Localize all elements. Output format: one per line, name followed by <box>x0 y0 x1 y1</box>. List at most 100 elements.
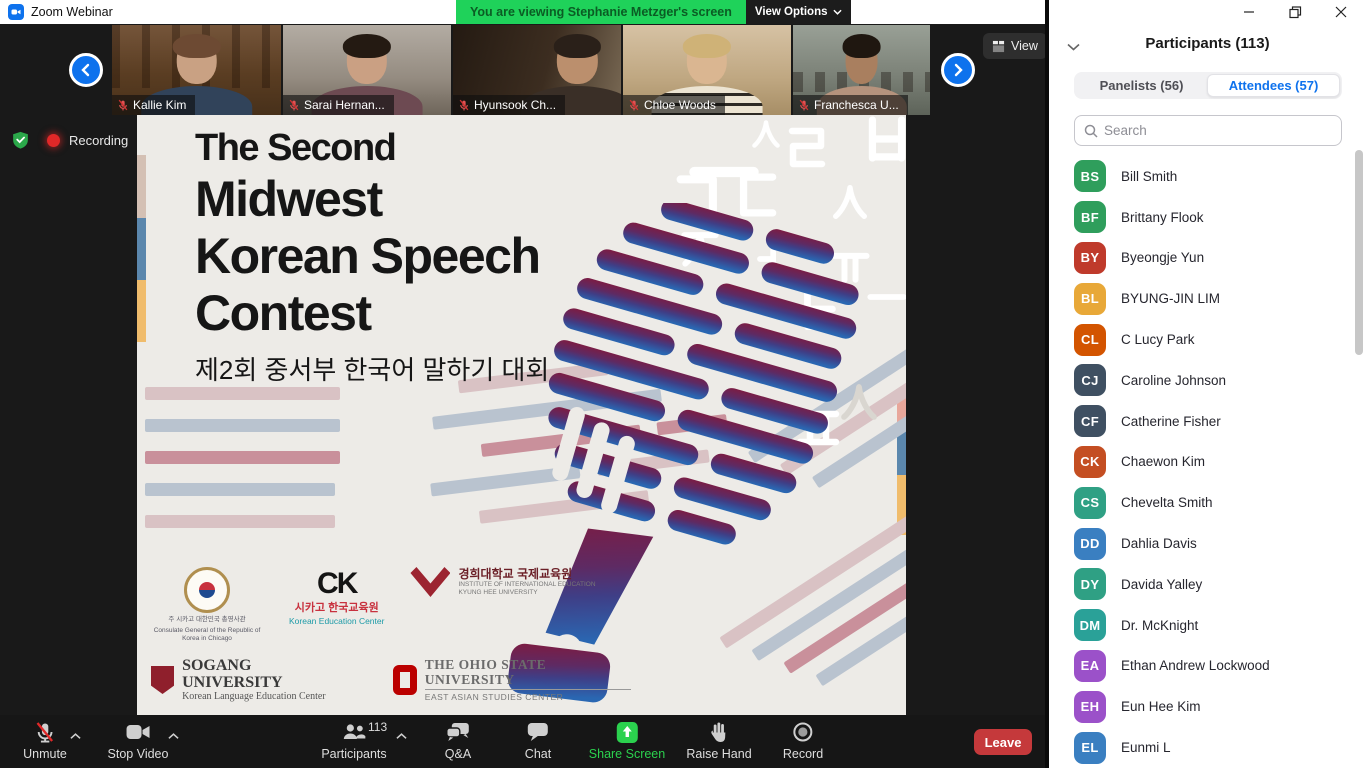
attendee-row[interactable]: CJ Caroline Johnson <box>1049 360 1366 401</box>
poster-edge-bar <box>137 155 146 218</box>
video-tile[interactable]: Hyunsook Ch... <box>453 25 621 115</box>
attendee-row[interactable]: DYDavida Yalley <box>1049 564 1366 605</box>
search-icon <box>1084 124 1098 138</box>
attendee-row[interactable]: BFBrittany Flook <box>1049 197 1366 238</box>
attendee-name: Caroline Johnson <box>1121 373 1226 388</box>
viewing-banner: You are viewing Stephanie Metzger's scre… <box>456 0 746 24</box>
tab-attendees[interactable]: Attendees (57) <box>1207 74 1340 97</box>
kyunghee-kr-label: 경희대학교 국제교육원 <box>458 567 595 581</box>
attendee-row[interactable]: BLBYUNG-JIN LIM <box>1049 278 1366 319</box>
attendee-row[interactable]: BY Byeongje Yun <box>1049 238 1366 279</box>
attendee-row[interactable]: EA Ethan Andrew Lockwood <box>1049 646 1366 687</box>
osu-sub: EAST ASIAN STUDIES CENTER <box>425 692 631 703</box>
view-options-label: View Options <box>755 6 828 18</box>
video-options-caret[interactable] <box>168 727 179 745</box>
raise-hand-button[interactable]: Raise Hand <box>686 720 751 761</box>
video-tile[interactable]: Sarai Hernan... <box>283 25 451 115</box>
mic-muted-icon <box>458 99 470 111</box>
avatar: CF <box>1074 405 1106 437</box>
attendee-row[interactable]: EHEun Hee Kim <box>1049 686 1366 727</box>
kyunghee-emblem-icon <box>410 567 450 597</box>
poster-title-line: Contest <box>195 285 549 342</box>
view-options-button[interactable]: View Options <box>746 0 851 24</box>
avatar: EA <box>1074 650 1106 682</box>
participant-name: Franchesca U... <box>814 98 899 112</box>
chat-button[interactable]: Chat <box>525 720 551 761</box>
next-videos-button[interactable] <box>941 53 975 87</box>
attendee-row[interactable]: DMDr. McKnight <box>1049 605 1366 646</box>
attendee-row[interactable]: CL C Lucy Park <box>1049 319 1366 360</box>
avatar: CL <box>1074 324 1106 356</box>
close-button[interactable] <box>1331 2 1351 22</box>
prev-videos-button[interactable] <box>69 53 103 87</box>
poster-subtitle-korean: 제2회 중서부 한국어 말하기 대회 <box>195 350 549 387</box>
participants-button[interactable]: 113 Participants <box>321 720 386 761</box>
participants-icon <box>342 722 366 742</box>
korean-letter-ㅂ <box>859 115 906 167</box>
attendee-row[interactable]: ELEunmi L <box>1049 727 1366 768</box>
participants-label: Participants <box>321 747 386 761</box>
video-tile[interactable]: Kallie Kim <box>112 25 281 115</box>
search-input[interactable] <box>1104 123 1332 138</box>
qa-button[interactable]: Q&A <box>445 720 471 761</box>
participant-video <box>347 38 387 85</box>
poster-title-line: Korean Speech <box>195 228 549 285</box>
avatar: BF <box>1074 201 1106 233</box>
stop-video-button[interactable]: Stop Video <box>108 720 169 761</box>
attendee-name: Byeongje Yun <box>1121 250 1204 265</box>
scrollbar-thumb[interactable] <box>1355 150 1363 355</box>
attendee-row[interactable]: DDDahlia Davis <box>1049 523 1366 564</box>
security-shield-icon[interactable] <box>12 131 29 149</box>
attendee-row[interactable]: CF Catherine Fisher <box>1049 401 1366 442</box>
window-title: Zoom Webinar <box>31 5 113 19</box>
unmute-button[interactable]: Unmute <box>23 720 67 761</box>
leave-button[interactable]: Leave <box>974 729 1032 755</box>
recording-dot-icon <box>47 134 60 147</box>
video-tile[interactable]: Chloe Woods <box>623 25 791 115</box>
avatar: CK <box>1074 446 1106 478</box>
attendee-name: C Lucy Park <box>1121 332 1195 347</box>
ck-mark: CK <box>317 567 356 601</box>
participant-name: Chloe Woods <box>644 98 716 112</box>
avatar: BS <box>1074 160 1106 192</box>
search-box[interactable] <box>1074 115 1342 146</box>
ck-en-label: Korean Education Center <box>289 616 384 627</box>
main-stage: Kallie Kim Sarai Hernan... Hyunsook Ch..… <box>0 24 1045 768</box>
grid-view-icon <box>992 40 1005 53</box>
attendee-row[interactable]: CSChevelta Smith <box>1049 482 1366 523</box>
attendee-name: Ethan Andrew Lockwood <box>1121 658 1270 673</box>
avatar: DY <box>1074 568 1106 600</box>
minimize-button[interactable] <box>1239 2 1259 22</box>
share-screen-button[interactable]: Share Screen <box>589 720 665 761</box>
attendee-name: Chevelta Smith <box>1121 495 1213 510</box>
chat-bubble-icon <box>527 722 549 742</box>
chat-label: Chat <box>525 747 551 761</box>
record-button[interactable]: Record <box>783 720 823 761</box>
tab-panelists[interactable]: Panelists (56) <box>1076 74 1207 97</box>
raise-hand-label: Raise Hand <box>686 747 751 761</box>
qa-bubbles-icon <box>446 722 470 743</box>
participants-count-badge: 113 <box>368 720 387 734</box>
participant-video <box>845 38 878 85</box>
attendee-row[interactable]: BSBill Smith <box>1049 156 1366 197</box>
restore-button[interactable] <box>1285 2 1305 22</box>
audio-options-caret[interactable] <box>70 727 81 745</box>
poster-edge-bar <box>137 218 146 280</box>
zoom-app-icon <box>8 4 24 20</box>
chevron-right-icon <box>951 63 965 77</box>
poster-title-block: The Second Midwest Korean Speech Contest… <box>195 125 549 387</box>
qa-label: Q&A <box>445 747 471 761</box>
avatar: BY <box>1074 242 1106 274</box>
raise-hand-icon <box>709 721 729 743</box>
video-tile[interactable]: Franchesca U... <box>793 25 930 115</box>
avatar: DD <box>1074 528 1106 560</box>
attendee-row[interactable]: CKChaewon Kim <box>1049 442 1366 483</box>
logo-ohio-state: THE OHIO STATE UNIVERSITY EAST ASIAN STU… <box>393 657 631 703</box>
attendee-name: Catherine Fisher <box>1121 414 1221 429</box>
avatar: CJ <box>1074 364 1106 396</box>
participants-panel-title: Participants (113) <box>1049 35 1366 52</box>
participants-options-caret[interactable] <box>396 727 407 745</box>
kyunghee-en-label: KYUNG HEE UNIVERSITY <box>458 589 595 597</box>
avatar: BL <box>1074 283 1106 315</box>
view-layout-button[interactable]: View <box>983 33 1047 59</box>
